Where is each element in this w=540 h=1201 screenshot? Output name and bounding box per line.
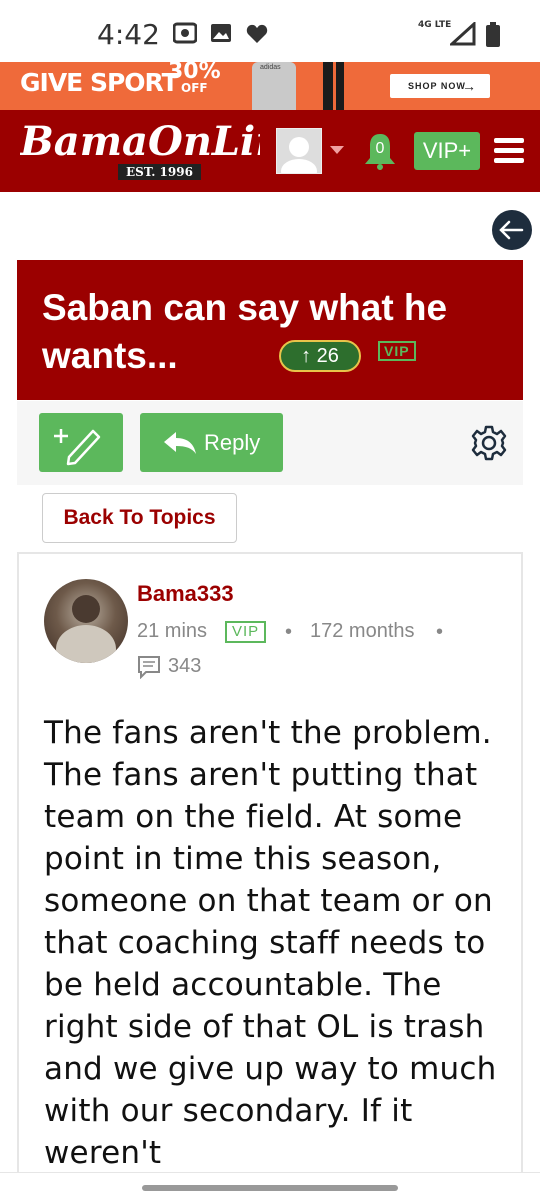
ad-discount: 30% OFF	[168, 62, 221, 95]
thread-title: Saban can say what he wants...	[42, 287, 448, 376]
message-icon	[138, 656, 160, 679]
chevron-down-icon[interactable]	[330, 146, 344, 156]
battery-icon	[486, 22, 500, 47]
author-membership: 172 months	[310, 620, 415, 642]
vip-button[interactable]: VIP+	[414, 132, 480, 170]
ad-product-image: adidas	[252, 62, 296, 110]
ad-headline: GIVE SPORT	[20, 68, 179, 97]
post-body: The fans aren't the problem. The fans ar…	[44, 715, 497, 1171]
post-author[interactable]: Bama333	[137, 581, 234, 607]
gear-icon[interactable]	[470, 424, 508, 462]
home-gesture-pill[interactable]	[142, 1185, 398, 1191]
upvote-count[interactable]: ↑ 26	[279, 340, 361, 372]
status-bar: 4:42 4G LTE	[0, 0, 540, 62]
new-post-button[interactable]	[39, 413, 123, 472]
site-est: EST. 1996	[118, 164, 201, 180]
network-label: 4G LTE	[418, 20, 452, 30]
post-time: 21 mins	[137, 620, 208, 642]
image-icon	[211, 24, 231, 42]
system-nav-bar	[0, 1172, 540, 1201]
author-vip-badge: VIP	[225, 621, 267, 643]
reply-button[interactable]: Reply	[140, 413, 283, 472]
edit-icon	[54, 429, 101, 466]
site-logo[interactable]: BamaOnLine	[20, 118, 260, 165]
author-avatar[interactable]	[44, 579, 128, 663]
shop-now-button[interactable]: SHOP NOW →	[390, 74, 490, 98]
back-to-topics-button[interactable]: Back To Topics	[42, 493, 237, 543]
back-arrow-icon	[499, 220, 524, 240]
reply-icon	[164, 432, 196, 454]
ad-banner[interactable]: GIVE SPORT 30% OFF adidas SHOP NOW →	[0, 62, 540, 110]
back-button[interactable]	[492, 210, 532, 250]
menu-icon[interactable]	[494, 136, 524, 164]
ad-product-image-2	[323, 62, 333, 110]
signal-icon	[450, 22, 476, 46]
notification-count: 0	[375, 140, 385, 157]
camera-icon	[173, 22, 197, 44]
heart-icon	[246, 24, 268, 43]
status-time: 4:42	[97, 18, 160, 51]
thread-vip-badge: VIP	[378, 341, 416, 361]
user-avatar[interactable]	[276, 128, 322, 183]
thread-title-box: Saban can say what he wants...	[17, 260, 523, 400]
notifications-button[interactable]: 0	[362, 132, 398, 170]
reply-label: Reply	[204, 430, 261, 455]
author-post-count: 343	[168, 655, 202, 677]
